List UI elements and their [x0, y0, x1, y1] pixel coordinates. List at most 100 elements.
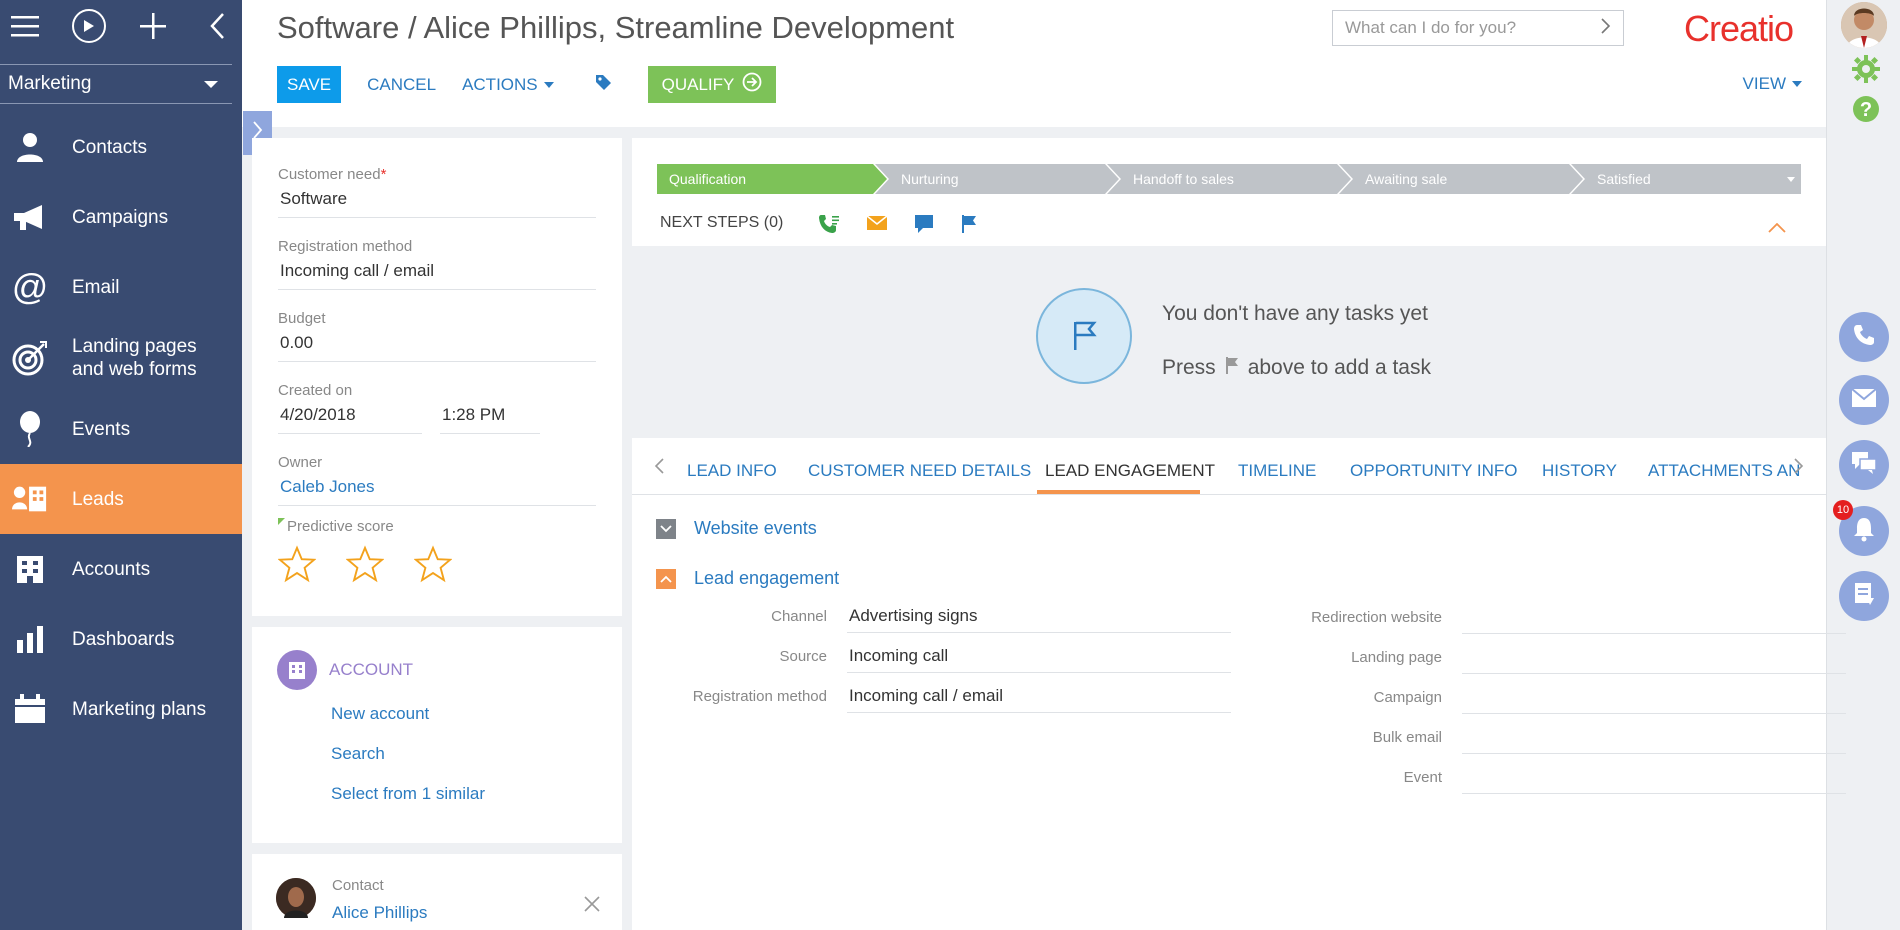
chat-button[interactable] — [1839, 440, 1889, 490]
search-placeholder: What can I do for you? — [1345, 18, 1517, 37]
chevron-left-icon[interactable] — [654, 458, 664, 479]
tab-lead-info[interactable]: LEAD INFO — [687, 461, 777, 481]
stage-awaiting-sale[interactable]: Awaiting sale — [1339, 164, 1585, 194]
page-title: Software / Alice Phillips, Streamline De… — [277, 10, 955, 45]
sidebar-item-accounts[interactable]: Accounts — [0, 534, 242, 604]
channel-value[interactable]: Advertising signs — [847, 606, 1231, 633]
record-toolbar: SAVE CANCEL ACTIONS QUALIFY — [277, 66, 777, 103]
star-icon — [414, 545, 452, 583]
flag-icon[interactable] — [960, 214, 978, 239]
notifications-button[interactable]: 10 — [1833, 500, 1889, 556]
owner-label: Owner — [278, 454, 323, 471]
new-account-link[interactable]: New account — [331, 704, 429, 724]
registration-method-label: Registration method — [278, 238, 413, 255]
registration-method-field: Registration method Incoming call / emai… — [632, 686, 1231, 713]
hamburger-menu-icon[interactable] — [6, 7, 44, 45]
tab-lead-engagement[interactable]: LEAD ENGAGEMENT — [1045, 461, 1215, 481]
required-marker: * — [380, 166, 387, 183]
source-value[interactable]: Incoming call — [847, 646, 1231, 673]
registration-method-value[interactable]: Incoming call / email — [278, 261, 596, 290]
sidebar-item-email[interactable]: @ Email — [0, 252, 242, 322]
bell-icon — [1852, 516, 1876, 547]
star-icon — [346, 545, 384, 583]
save-button[interactable]: SAVE — [277, 66, 342, 103]
stage-label: Handoff to sales — [1133, 171, 1234, 187]
customer-need-value[interactable]: Software — [278, 189, 596, 218]
process-play-icon[interactable] — [70, 7, 108, 45]
landing-page-value[interactable] — [1462, 644, 1846, 674]
search-account-link[interactable]: Search — [331, 744, 385, 764]
sidebar-item-dashboards[interactable]: Dashboards — [0, 604, 242, 674]
chevron-right-icon[interactable] — [1794, 458, 1804, 479]
command-search-input[interactable]: What can I do for you? — [1332, 10, 1624, 46]
sidebar-item-campaigns[interactable]: Campaigns — [0, 182, 242, 252]
field-label: Channel — [771, 608, 827, 625]
arrow-circle-icon — [742, 72, 762, 97]
sidebar-item-events[interactable]: Events — [0, 394, 242, 464]
call-icon[interactable] — [818, 214, 840, 239]
qualify-button[interactable]: QUALIFY — [647, 66, 777, 103]
bar-chart-icon — [12, 621, 48, 657]
view-dropdown[interactable]: VIEW — [1743, 74, 1802, 94]
tag-icon — [594, 73, 612, 96]
close-icon[interactable] — [584, 892, 600, 918]
tab-opportunity-info[interactable]: OPPORTUNITY INFO — [1350, 461, 1518, 481]
building-icon — [277, 650, 317, 690]
tab-timeline[interactable]: TIMELINE — [1238, 461, 1316, 481]
phone-button[interactable] — [1839, 312, 1889, 362]
stage-nurturing[interactable]: Nurturing — [875, 164, 1121, 194]
customer-need-field: Customer need* Software — [278, 166, 596, 218]
cancel-button[interactable]: CANCEL — [367, 75, 436, 95]
tab-customer-need-details[interactable]: CUSTOMER NEED DETAILS — [808, 461, 1031, 481]
user-avatar[interactable] — [1841, 2, 1887, 48]
event-value[interactable] — [1462, 764, 1846, 794]
field-label: Campaign — [1373, 689, 1442, 706]
message-icon[interactable] — [914, 214, 934, 239]
contact-label: Contact — [332, 877, 384, 894]
add-icon[interactable] — [134, 7, 172, 45]
stage-qualification[interactable]: Qualification — [657, 164, 889, 194]
contact-name-link[interactable]: Alice Phillips — [332, 903, 427, 923]
workspace-label: Marketing — [8, 73, 92, 94]
balloon-icon — [12, 411, 48, 447]
sidebar-item-label: Events — [72, 418, 131, 440]
stage-handoff-to-sales[interactable]: Handoff to sales — [1107, 164, 1353, 194]
actions-dropdown[interactable]: ACTIONS — [462, 75, 554, 95]
created-on-time[interactable]: 1:28 PM — [440, 405, 540, 434]
website-events-group-header[interactable]: Website events — [656, 518, 817, 539]
chevron-down-icon[interactable] — [1787, 177, 1795, 182]
gear-icon[interactable] — [1851, 54, 1881, 91]
tab-attachments[interactable]: ATTACHMENTS AN — [1648, 461, 1800, 481]
sidebar-item-landing-pages[interactable]: Landing pages and web forms — [0, 322, 242, 394]
workspace-selector[interactable]: Marketing — [0, 64, 232, 104]
bulk-email-field: Bulk email — [1252, 724, 1846, 754]
sidebar-item-contacts[interactable]: Contacts — [0, 112, 242, 182]
account-title: ACCOUNT — [329, 660, 414, 679]
sidebar-item-marketing-plans[interactable]: Marketing plans — [0, 674, 242, 744]
contact-icon — [12, 129, 48, 165]
feed-button[interactable] — [1839, 571, 1889, 621]
owner-value[interactable]: Caleb Jones — [278, 477, 596, 506]
collapse-icon — [656, 568, 676, 589]
chevron-up-icon[interactable] — [1768, 220, 1786, 238]
created-on-date[interactable]: 4/20/2018 — [278, 405, 422, 434]
chevron-right-icon[interactable] — [1601, 18, 1611, 39]
document-icon — [1853, 582, 1875, 611]
bulk-email-value[interactable] — [1462, 724, 1846, 754]
sidebar-item-label-line: and web forms — [72, 359, 197, 380]
lead-engagement-group-header[interactable]: Lead engagement — [656, 568, 839, 589]
tag-button[interactable] — [594, 73, 612, 96]
select-similar-link[interactable]: Select from 1 similar — [331, 784, 485, 804]
help-icon[interactable]: ? — [1851, 94, 1881, 131]
sidebar-item-label: Landing pages and web forms — [72, 335, 197, 381]
redirection-website-value[interactable] — [1462, 604, 1846, 634]
collapse-sidebar-icon[interactable] — [198, 7, 236, 45]
campaign-value[interactable] — [1462, 684, 1846, 714]
tab-history[interactable]: HISTORY — [1542, 461, 1617, 481]
sidebar-item-leads[interactable]: Leads — [0, 464, 242, 534]
email-button[interactable] — [1839, 375, 1889, 425]
stage-satisfied[interactable]: Satisfied — [1571, 164, 1801, 194]
budget-value[interactable]: 0.00 — [278, 333, 596, 362]
email-icon[interactable] — [866, 214, 888, 239]
registration-method-value[interactable]: Incoming call / email — [847, 686, 1231, 713]
